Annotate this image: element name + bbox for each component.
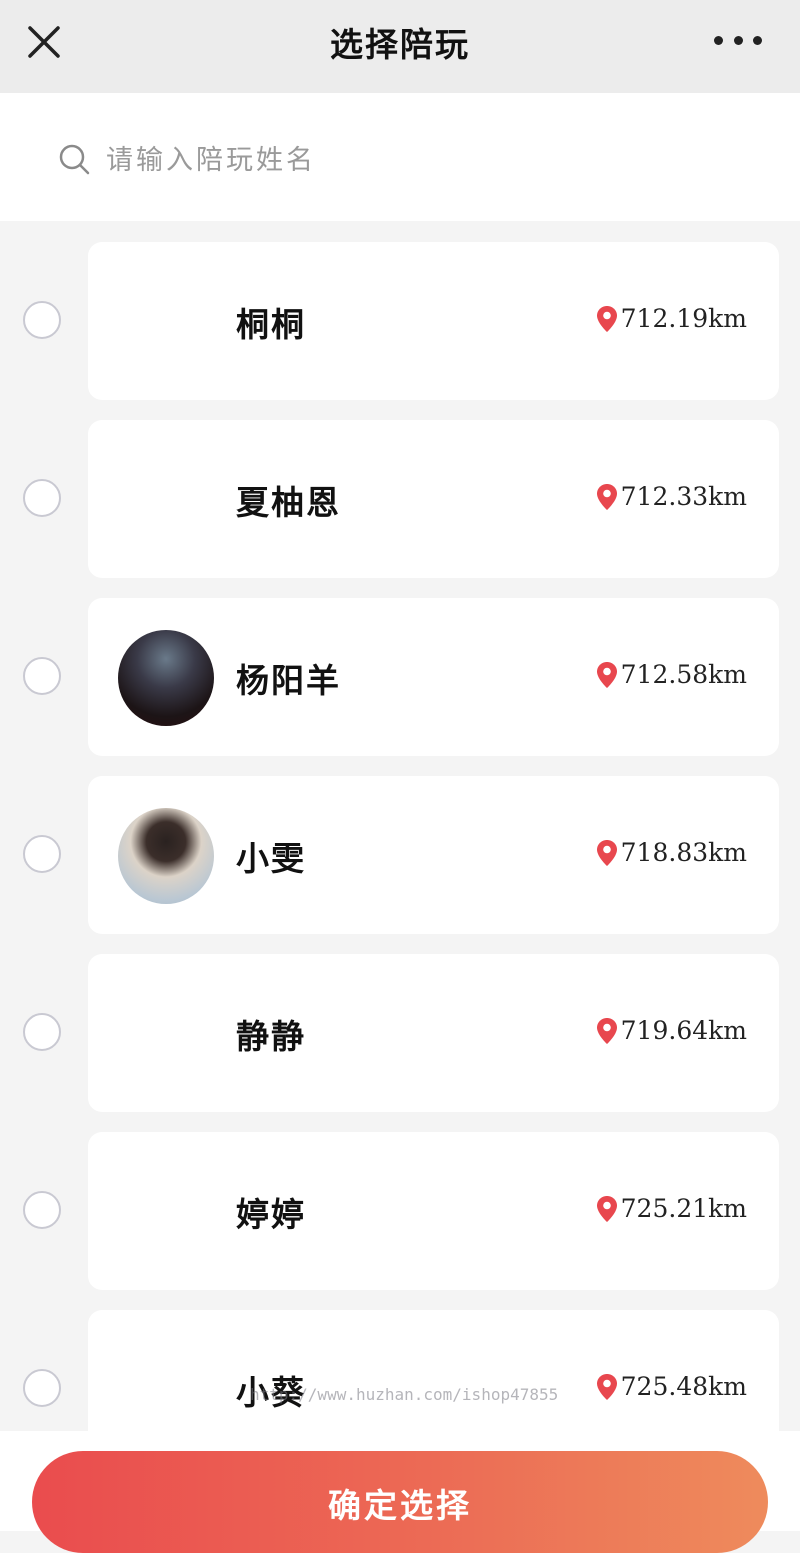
companion-name: 杨阳羊 [236, 661, 341, 700]
distance-text: 712.33km [620, 482, 747, 511]
companion-card[interactable]: 小雯 718.83km [88, 776, 779, 934]
companion-name: 小葵 [236, 1373, 306, 1412]
select-radio[interactable] [23, 657, 61, 695]
list-item[interactable]: 小葵 725.48km [0, 1310, 800, 1431]
location-pin-icon [596, 661, 617, 688]
page-title: 选择陪玩 [330, 25, 470, 64]
select-radio[interactable] [23, 1013, 61, 1051]
list-item[interactable]: 桐桐 712.19km [0, 242, 800, 400]
distance-text: 725.48km [620, 1372, 747, 1401]
distance-text: 725.21km [620, 1194, 747, 1223]
distance-info: 712.33km [595, 482, 747, 511]
close-button[interactable] [22, 20, 66, 64]
search-input[interactable] [104, 136, 708, 184]
distance-text: 719.64km [620, 1016, 747, 1045]
list-item[interactable]: 杨阳羊 712.58km [0, 598, 800, 756]
companion-list: 桐桐 712.19km 夏柚恩 712.33km 杨阳羊 712.58km 小雯 718.83… [0, 221, 800, 1431]
distance-text: 712.19km [620, 304, 747, 333]
confirm-button[interactable]: 确定选择 [32, 1451, 768, 1553]
close-icon [28, 26, 60, 58]
companion-card[interactable]: 桐桐 712.19km [88, 242, 779, 400]
location-pin-icon [596, 1017, 617, 1044]
companion-name: 静静 [236, 1017, 306, 1056]
avatar [118, 808, 214, 904]
distance-info: 712.19km [595, 304, 747, 333]
distance-text: 718.83km [620, 838, 747, 867]
avatar [118, 630, 214, 726]
companion-name: 桐桐 [236, 305, 306, 344]
location-pin-icon [596, 1195, 617, 1222]
more-options-button[interactable] [714, 30, 762, 50]
distance-info: 719.64km [595, 1016, 747, 1045]
select-radio[interactable] [23, 1191, 61, 1229]
companion-name: 夏柚恩 [236, 483, 341, 522]
select-radio[interactable] [23, 835, 61, 873]
distance-info: 712.58km [595, 660, 747, 689]
list-item[interactable]: 静静 719.64km [0, 954, 800, 1112]
list-item[interactable]: 小雯 718.83km [0, 776, 800, 934]
confirm-button-label: 确定选择 [328, 1486, 472, 1525]
location-pin-icon [596, 483, 617, 510]
select-radio[interactable] [23, 301, 61, 339]
companion-card[interactable]: 小葵 725.48km [88, 1310, 779, 1431]
companion-name: 小雯 [236, 839, 306, 878]
distance-info: 718.83km [595, 838, 747, 867]
companion-card[interactable]: 杨阳羊 712.58km [88, 598, 779, 756]
companion-card[interactable]: 婷婷 725.21km [88, 1132, 779, 1290]
distance-info: 725.48km [595, 1372, 747, 1401]
companion-card[interactable]: 静静 719.64km [88, 954, 779, 1112]
distance-info: 725.21km [595, 1194, 747, 1223]
location-pin-icon [596, 305, 617, 332]
select-radio[interactable] [23, 479, 61, 517]
distance-text: 712.58km [620, 660, 747, 689]
location-pin-icon [596, 1373, 617, 1400]
list-item[interactable]: 婷婷 725.21km [0, 1132, 800, 1290]
list-item[interactable]: 夏柚恩 712.33km [0, 420, 800, 578]
top-bar: 选择陪玩 [0, 0, 800, 93]
search-icon [59, 144, 90, 175]
location-pin-icon [596, 839, 617, 866]
companion-name: 婷婷 [236, 1195, 306, 1234]
select-radio[interactable] [23, 1369, 61, 1407]
more-horizontal-icon [714, 35, 723, 45]
companion-card[interactable]: 夏柚恩 712.33km [88, 420, 779, 578]
